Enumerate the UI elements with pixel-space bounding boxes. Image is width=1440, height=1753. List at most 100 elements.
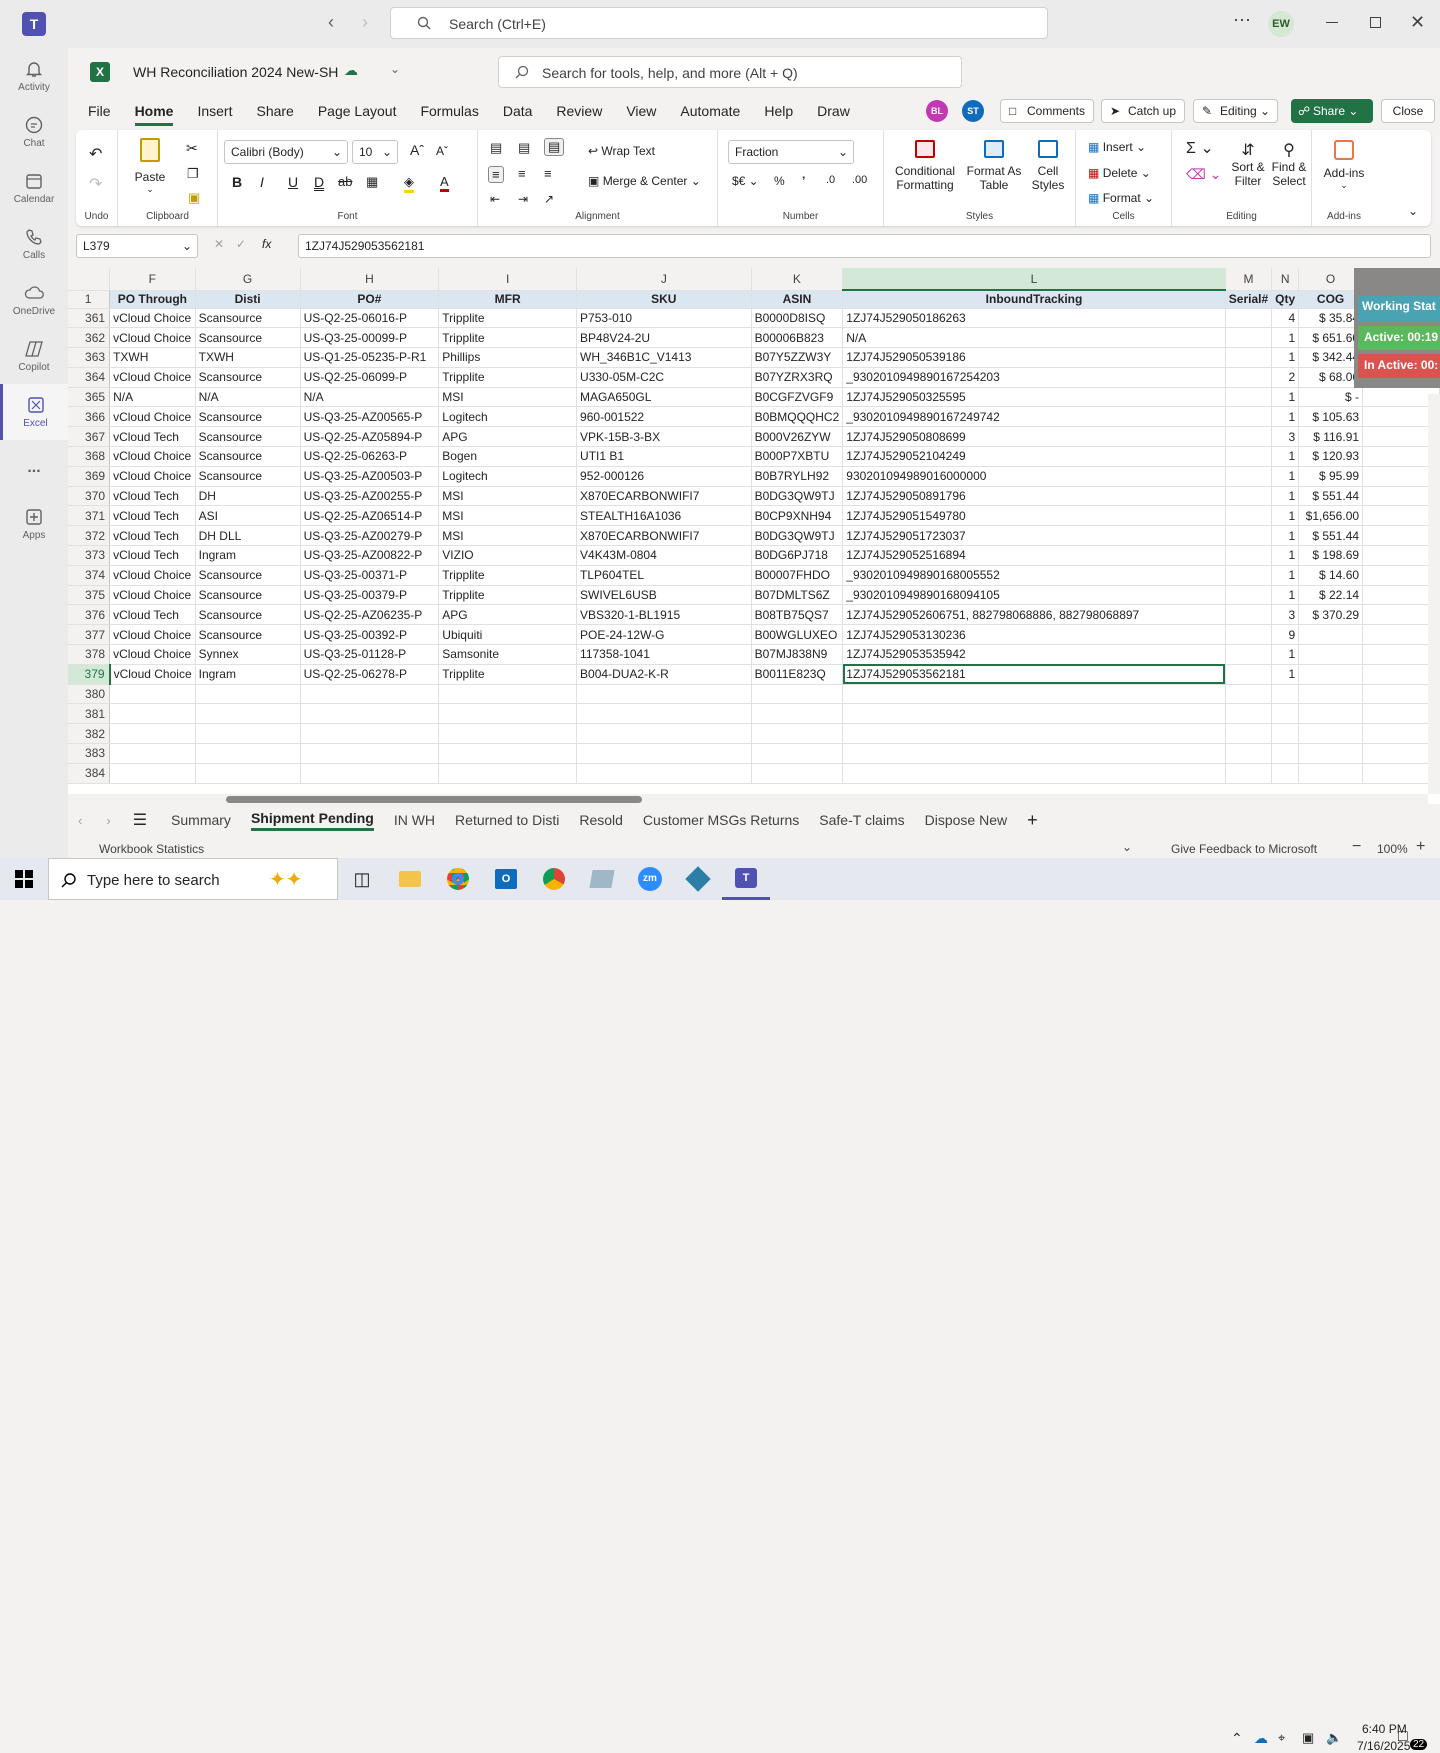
table-cell[interactable]: vCloud Choice — [109, 446, 196, 467]
sort-filter-button[interactable]: ⇵ Sort & Filter — [1228, 140, 1268, 188]
status-chevron-icon[interactable]: ⌄ — [1122, 840, 1132, 854]
table-cell[interactable] — [109, 684, 196, 705]
row-header[interactable]: 362 — [68, 327, 111, 349]
formula-input[interactable]: 1ZJ74J529053562181 — [298, 234, 1431, 258]
table-cell[interactable] — [1298, 664, 1364, 685]
table-cell[interactable]: P753-010 — [576, 308, 752, 329]
workbook-title[interactable]: WH Reconciliation 2024 New-SH — [133, 64, 338, 80]
table-cell[interactable]: V4K43M-0804 — [576, 545, 752, 566]
table-cell[interactable]: US-Q3-25-AZ00279-P — [300, 525, 440, 547]
format-as-table-button[interactable]: Format As Table — [964, 140, 1024, 192]
more-options-icon[interactable]: ⋯ — [1233, 10, 1251, 31]
table-cell[interactable]: 1ZJ74J529052606751, 882798068886, 882798… — [842, 604, 1226, 626]
column-title[interactable]: InboundTracking — [842, 290, 1226, 309]
table-cell[interactable]: vCloud Choice — [109, 466, 196, 487]
table-cell[interactable]: B07Y5ZZW3Y — [751, 347, 844, 368]
table-cell[interactable] — [1225, 446, 1273, 467]
row-header[interactable]: 364 — [68, 367, 111, 388]
table-cell[interactable]: Tripplite — [438, 585, 578, 606]
decrease-font-icon[interactable]: Aˇ — [436, 144, 448, 158]
table-cell[interactable]: N/A — [842, 327, 1226, 349]
tab-share[interactable]: Share — [256, 96, 293, 126]
table-cell[interactable]: N/A — [195, 387, 301, 408]
table-cell[interactable] — [1225, 585, 1273, 606]
table-cell[interactable]: B0000D8ISQ — [751, 308, 844, 329]
sheet-tab-summary[interactable]: Summary — [171, 812, 231, 828]
table-cell[interactable]: $ 35.84 — [1298, 308, 1364, 329]
table-cell[interactable]: US-Q2-25-06016-P — [300, 308, 440, 329]
table-cell[interactable] — [300, 743, 440, 764]
increase-decimal-icon[interactable]: .0 — [826, 174, 835, 186]
row-header[interactable]: 372 — [68, 525, 111, 547]
table-cell[interactable]: DH — [195, 486, 301, 507]
table-cell[interactable]: US-Q3-25-00379-P — [300, 585, 440, 606]
table-cell[interactable] — [751, 723, 844, 745]
sheet-tab-shipment-pending[interactable]: Shipment Pending — [250, 810, 374, 831]
table-cell[interactable]: Tripplite — [438, 308, 578, 329]
table-cell[interactable] — [1225, 486, 1273, 507]
format-painter-icon[interactable]: ▣ — [188, 190, 200, 206]
select-all-corner[interactable] — [68, 268, 111, 291]
row-header[interactable]: 363 — [68, 347, 111, 368]
workbook-statistics[interactable]: Workbook Statistics — [99, 842, 204, 856]
column-header[interactable]: H — [300, 268, 440, 291]
table-cell[interactable] — [842, 743, 1226, 764]
align-top-icon[interactable]: ▤ — [490, 140, 502, 156]
comma-icon[interactable]: ’ — [802, 174, 805, 188]
align-bottom-icon[interactable]: ▤ — [544, 138, 565, 156]
table-cell[interactable]: 1 — [1271, 486, 1300, 507]
tab-draw[interactable]: Draw — [817, 96, 850, 126]
table-cell[interactable]: US-Q3-25-AZ00565-P — [300, 406, 440, 428]
table-cell[interactable] — [1225, 327, 1273, 349]
table-cell[interactable]: _9302010949890168005552 — [842, 565, 1226, 586]
table-cell[interactable]: B000V26ZYW — [751, 426, 844, 448]
row-header[interactable]: 379 — [68, 664, 111, 685]
table-cell[interactable]: MSI — [438, 387, 578, 408]
table-cell[interactable] — [1298, 743, 1364, 764]
table-cell[interactable]: vCloud Choice — [109, 664, 196, 685]
minimize-icon[interactable] — [1326, 22, 1338, 23]
table-cell[interactable]: $ 68.06 — [1298, 367, 1364, 388]
table-cell[interactable]: 1 — [1271, 347, 1300, 368]
table-cell[interactable]: Phillips — [438, 347, 578, 368]
table-cell[interactable]: _9302010949890168094105 — [842, 585, 1226, 606]
table-cell[interactable] — [1225, 367, 1273, 388]
table-cell[interactable]: $ 105.63 — [1298, 406, 1364, 428]
table-cell[interactable]: B0B7RYLH92 — [751, 466, 844, 487]
autosum-icon[interactable]: Σ ⌄ — [1186, 138, 1214, 158]
table-cell[interactable]: MSI — [438, 505, 578, 527]
table-cell[interactable]: vCloud Tech — [109, 486, 196, 507]
row-header[interactable]: 384 — [68, 763, 111, 784]
table-cell[interactable] — [576, 684, 752, 705]
table-cell[interactable]: B004-DUA2-K-R — [576, 664, 752, 685]
table-cell[interactable]: US-Q2-25-06099-P — [300, 367, 440, 388]
outlook-icon[interactable]: O — [482, 858, 530, 900]
horizontal-scrollbar[interactable] — [68, 794, 1428, 804]
table-cell[interactable]: vCloud Choice — [109, 565, 196, 586]
close-button[interactable]: Close — [1381, 99, 1435, 123]
table-cell[interactable]: Scansource — [195, 585, 301, 606]
table-cell[interactable]: $ 198.69 — [1298, 545, 1364, 566]
fill-color-icon[interactable]: ◈ — [404, 174, 414, 193]
row-header[interactable]: 383 — [68, 743, 111, 764]
table-cell[interactable]: B0CGFZVGF9 — [751, 387, 844, 408]
bold-icon[interactable]: B — [232, 174, 242, 190]
table-cell[interactable] — [1225, 387, 1273, 408]
table-cell[interactable] — [438, 684, 578, 705]
table-cell[interactable]: $ 551.44 — [1298, 486, 1364, 507]
function-icon[interactable]: fx — [262, 237, 271, 251]
column-header[interactable]: L — [842, 268, 1226, 291]
table-cell[interactable]: B00WGLUXEO — [751, 624, 844, 646]
merge-center-button[interactable]: ▣ Merge & Center ⌄ — [588, 174, 701, 188]
table-cell[interactable] — [438, 703, 578, 725]
tab-formulas[interactable]: Formulas — [420, 96, 478, 126]
table-cell[interactable]: vCloud Choice — [109, 327, 196, 349]
table-cell[interactable]: Tripplite — [438, 327, 578, 349]
table-cell[interactable] — [576, 723, 752, 745]
table-cell[interactable]: _9302010949890167254203 — [842, 367, 1226, 388]
tab-home[interactable]: Home — [134, 96, 174, 126]
table-cell[interactable]: TXWH — [109, 347, 196, 368]
table-cell[interactable]: 4 — [1271, 308, 1300, 329]
table-cell[interactable]: Bogen — [438, 446, 578, 467]
table-cell[interactable]: 1 — [1271, 664, 1300, 685]
